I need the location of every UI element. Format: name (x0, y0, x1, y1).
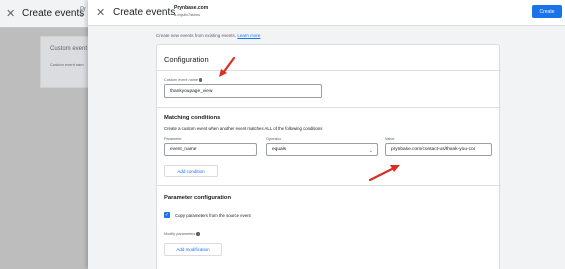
drawer-header: ✕ Create events Prynbase.com a-fnjsbx7sb… (88, 0, 565, 26)
background-card-row: Custom event nam (50, 62, 84, 67)
background-card: Custom event Custom event nam (40, 36, 92, 88)
drawer-title: Create events (113, 7, 176, 18)
learn-more-link[interactable]: Learn more (237, 33, 260, 38)
annotation-arrow-1 (219, 56, 236, 77)
create-button[interactable]: Create (532, 5, 562, 18)
background-card-title: Custom event (50, 46, 88, 52)
help-icon[interactable] (196, 232, 200, 236)
chevron-down-icon: ⌄ (368, 148, 373, 154)
parameter-label: Parameter (164, 137, 182, 141)
modify-parameters-label: Modify parameters (164, 232, 200, 236)
close-icon[interactable]: ✕ (96, 6, 105, 19)
add-condition-button[interactable]: Add condition (164, 165, 218, 177)
create-events-drawer: ✕ Create events Prynbase.com a-fnjsbx7sb… (88, 0, 565, 269)
property-id: a-fnjsbx7sbbrs (174, 12, 201, 17)
intro-description: Create new events from existing events. (156, 33, 237, 38)
background-title: Create events (22, 8, 85, 19)
custom-event-name-input[interactable]: thankyoupage_view (164, 84, 322, 98)
help-icon[interactable] (198, 78, 203, 82)
add-modification-button[interactable]: Add modification (164, 243, 222, 256)
annotation-arrow-2 (368, 165, 400, 182)
intro-text: Create new events from existing events. … (156, 33, 260, 38)
value-label: Value (385, 137, 395, 141)
parameter-configuration-title: Parameter configuration (164, 195, 232, 201)
configuration-title: Configuration (164, 55, 209, 64)
operator-value: equals (272, 147, 287, 152)
custom-event-name-label: Custom event name (164, 78, 203, 82)
parameter-input[interactable]: event_name (164, 143, 257, 156)
divider (157, 70, 501, 71)
copy-parameters-label: Copy parameters from the source event (175, 213, 251, 218)
background-close-icon: ✕ (6, 8, 16, 20)
divider (157, 185, 501, 186)
property-name: Prynbase.com (174, 5, 209, 11)
operator-label: Operator (266, 137, 281, 141)
value-input[interactable]: prynbase.com/contact-us/thank-you-cor (385, 143, 492, 156)
copy-parameters-checkbox[interactable]: ✓ (164, 212, 170, 218)
configuration-card: Configuration Custom event name thankyou… (156, 44, 501, 269)
divider (157, 107, 501, 108)
matching-conditions-description: Create a custom event when another event… (164, 126, 323, 131)
matching-conditions-title: Matching conditions (164, 115, 221, 121)
operator-select[interactable]: equals ⌄ (266, 143, 378, 156)
background-property-abbrev: Pr c (80, 7, 86, 19)
